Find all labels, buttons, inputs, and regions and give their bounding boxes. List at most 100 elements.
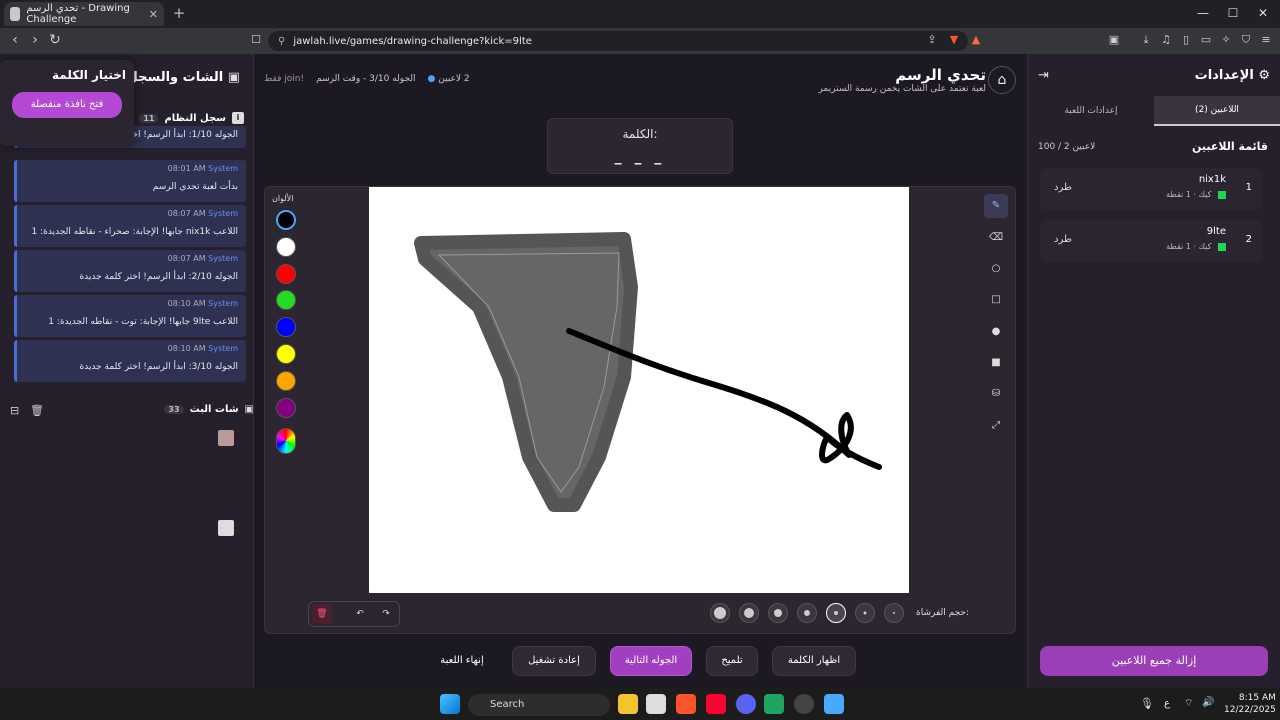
eraser-tool-icon[interactable]: ⌫	[984, 226, 1008, 250]
system-message: 08:10 AM System اللاعب 9lte جابها! الإجاب…	[14, 295, 246, 337]
menu-icon[interactable]: ≡	[1258, 32, 1274, 48]
app-icon[interactable]	[824, 694, 844, 714]
color-swatch[interactable]	[276, 370, 296, 391]
windows-taskbar	[0, 688, 1280, 720]
media-icon[interactable]: ♫	[1158, 32, 1174, 48]
volume-icon[interactable]: 🔊	[1202, 697, 1214, 708]
message-sender: System	[208, 344, 238, 353]
kick-player-button[interactable]: طرد	[1054, 182, 1072, 193]
close-tab-icon[interactable]: ✕	[149, 8, 158, 21]
tab-search-icon[interactable]: ▣	[1106, 32, 1122, 48]
fill-bucket-icon[interactable]: ⛁	[984, 382, 1008, 406]
wallet-icon[interactable]: ▭	[1198, 32, 1214, 48]
clear-canvas-icon[interactable]: 🗑	[312, 604, 332, 624]
minimize-icon[interactable]: —	[1188, 4, 1218, 22]
system-message: 08:07 AM System اللاعب nix1k جابها! الإجا…	[14, 205, 246, 247]
brave-shield-icon[interactable]: ▼	[946, 32, 962, 48]
brush-size-lg[interactable]	[739, 603, 759, 623]
kick-platform-icon	[1218, 190, 1226, 199]
color-swatch[interactable]	[276, 344, 296, 364]
tab-game-settings[interactable]: إعدادات اللعبة	[1028, 96, 1154, 126]
download-icon[interactable]: ⤓	[1138, 32, 1154, 48]
new-tab-button[interactable]: +	[170, 4, 188, 22]
bookmark-icon[interactable]: ☐	[248, 32, 264, 48]
taskbar-search[interactable]: Search	[468, 694, 610, 716]
discord-icon[interactable]	[736, 694, 756, 714]
show-word-button[interactable]: اظهار الكلمة	[772, 646, 856, 676]
vpn-icon[interactable]: ⛉	[1238, 32, 1254, 48]
site-info-icon[interactable]: ⚲	[278, 36, 285, 47]
kick-platform-icon	[1218, 242, 1226, 251]
stream-chat-count: 33	[164, 405, 184, 414]
clock[interactable]: 8:15 AM 12/22/2025	[1224, 692, 1276, 716]
trash-icon[interactable]: 🗑	[30, 404, 44, 417]
back-icon[interactable]: ‹	[6, 30, 24, 50]
collapse-panel-icon[interactable]: ⇥	[1038, 68, 1049, 83]
language-indicator[interactable]: ع	[1164, 698, 1170, 709]
emote-image	[218, 430, 234, 446]
windows-start-icon[interactable]	[440, 694, 460, 714]
sheets-icon[interactable]	[764, 694, 784, 714]
circle-tool-icon[interactable]: ○	[984, 257, 1008, 281]
brush-size-sm[interactable]	[797, 603, 817, 623]
brave-rewards-icon[interactable]: ▲	[968, 32, 984, 48]
store-icon[interactable]	[646, 694, 666, 714]
forward-icon[interactable]: ›	[26, 30, 44, 50]
remove-all-players-button[interactable]: إزالة جميع اللاعبين	[1040, 646, 1268, 676]
brush-size-xl[interactable]	[710, 603, 730, 623]
clock-time: 8:15 AM	[1238, 693, 1276, 703]
open-separate-window-button[interactable]: فتح نافذة منفصلة	[12, 92, 122, 118]
brush-size-xxs[interactable]	[884, 603, 904, 623]
sticker-image	[218, 520, 234, 536]
message-time: 08:07 AM	[167, 254, 206, 263]
players-list-title: قائمة اللاعبين	[1192, 140, 1268, 153]
pencil-tool-icon[interactable]: ✎	[984, 194, 1008, 218]
filled-rectangle-tool-icon[interactable]: ■	[984, 351, 1008, 375]
redo-icon[interactable]: ↷	[376, 604, 396, 624]
rectangle-tool-icon[interactable]: □	[984, 288, 1008, 312]
color-swatch[interactable]	[276, 210, 296, 230]
color-swatch[interactable]	[276, 236, 296, 257]
close-window-icon[interactable]: ✕	[1248, 4, 1278, 22]
end-game-button[interactable]: إنهاء اللعبة	[420, 646, 504, 676]
wifi-icon[interactable]: ⌔	[1184, 697, 1193, 710]
maximize-icon[interactable]: ☐	[1218, 4, 1248, 22]
drawing-canvas[interactable]	[369, 187, 909, 593]
sidebar-icon[interactable]: ▯	[1178, 32, 1194, 48]
restart-button[interactable]: إعادة تشغيل	[512, 646, 596, 676]
system-message-meta: 08:07 AM System	[168, 254, 238, 263]
youtube-icon[interactable]	[706, 694, 726, 714]
ai-icon[interactable]: ✧	[1218, 32, 1234, 48]
expand-icon[interactable]: ⤢	[984, 414, 1008, 438]
address-bar[interactable]: ⚲ jawlah.live/games/drawing-challenge?ki…	[268, 31, 968, 51]
tab-players[interactable]: اللاعبين (2)	[1154, 96, 1280, 126]
filled-circle-tool-icon[interactable]: ●	[984, 320, 1008, 344]
chatgpt-icon[interactable]	[794, 694, 814, 714]
brush-size-selected[interactable]	[826, 603, 846, 623]
color-swatch[interactable]	[276, 397, 296, 418]
color-swatch[interactable]	[276, 263, 296, 284]
word-choice-popup: اختيار الكلمة فتح نافذة منفصلة	[0, 60, 134, 146]
collapse-icon[interactable]: ⊟	[10, 404, 19, 417]
player-score: كيك · 1 نقطة	[1166, 242, 1226, 251]
undo-icon[interactable]: ↶	[350, 604, 370, 624]
message-sender: System	[208, 254, 238, 263]
brush-size-xs[interactable]	[855, 603, 875, 623]
browser-tab[interactable]: تحدي الرسم - Drawing Challenge ✕	[4, 2, 164, 26]
file-explorer-icon[interactable]	[618, 694, 638, 714]
share-icon[interactable]: ⇪	[924, 32, 940, 48]
custom-color-picker[interactable]	[276, 428, 296, 454]
system-message-text: بدأت لعبة تحدي الرسم	[152, 182, 238, 192]
player-rank: 2	[1245, 234, 1252, 245]
hint-button[interactable]: تلميح	[706, 646, 758, 676]
brave-browser-icon[interactable]	[676, 694, 696, 714]
next-round-button[interactable]: الجوله التالية	[610, 646, 692, 676]
home-icon[interactable]: ⌂	[988, 66, 1016, 94]
system-message-text: الجوله 2/10: ابدأ الرسم! اختر كلمة جديدة	[79, 272, 238, 282]
brush-size-md[interactable]	[768, 603, 788, 623]
microphone-icon[interactable]: 🎙	[1140, 697, 1154, 710]
reload-icon[interactable]: ↻	[46, 30, 64, 50]
message-sender: System	[208, 164, 238, 173]
kick-player-button[interactable]: طرد	[1054, 234, 1072, 245]
system-log-header[interactable]: 11 سجل النظام i	[139, 112, 244, 124]
